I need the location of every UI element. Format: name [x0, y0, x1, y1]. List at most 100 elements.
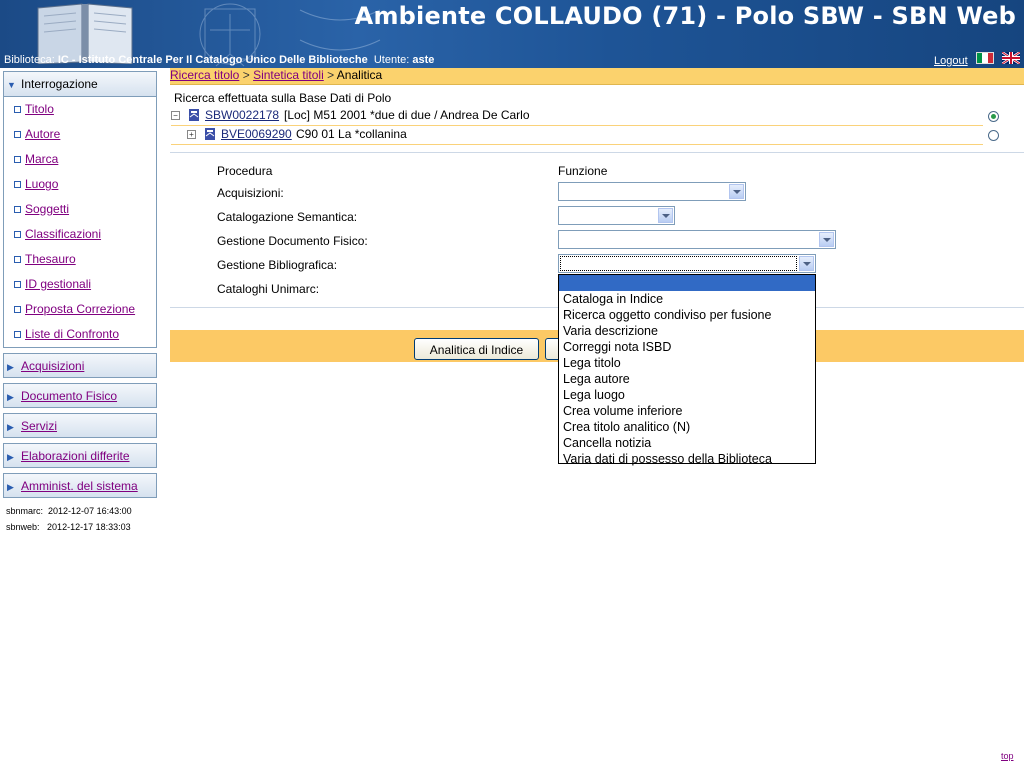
- sidebar-item-titolo[interactable]: Titolo: [4, 97, 156, 122]
- record-radio-selected[interactable]: [988, 111, 999, 122]
- sidebar-section-label[interactable]: Servizi: [21, 419, 57, 433]
- gestione-bibliografica-label: Gestione Bibliografica:: [217, 258, 338, 272]
- sidebar-item-label[interactable]: Thesauro: [25, 252, 76, 266]
- chevron-down-icon[interactable]: [799, 256, 814, 271]
- chevron-down-icon[interactable]: [658, 208, 673, 223]
- sidebar-section-documento-fisico[interactable]: ▶ Documento Fisico: [3, 383, 157, 408]
- sidebar-item-proposta-correzione[interactable]: Proposta Correzione: [4, 297, 156, 322]
- sidebar-section-label[interactable]: Amminist. del sistema: [21, 479, 138, 493]
- sidebar-section-servizi[interactable]: ▶ Servizi: [3, 413, 157, 438]
- sbnweb-stamp: sbnweb: 2012-12-17 18:33:03: [6, 522, 131, 532]
- breadcrumb-separator: >: [327, 68, 335, 82]
- collapse-toggle-icon[interactable]: −: [171, 111, 180, 120]
- bibliographic-record-icon[interactable]: [187, 108, 201, 122]
- gestione-bibliografica-select[interactable]: [558, 254, 816, 273]
- dropdown-option[interactable]: Crea titolo analitico (N): [559, 419, 815, 435]
- record-description: C90 01 La *collanina: [296, 127, 407, 141]
- catalogazione-semantica-label: Catalogazione Semantica:: [217, 210, 358, 224]
- logout-link[interactable]: Logout: [934, 55, 968, 67]
- tree-row: + BVE0069290 C90 01 La *collanina: [171, 126, 983, 145]
- sidebar-item-luogo[interactable]: Luogo: [4, 172, 156, 197]
- sidebar-item-label[interactable]: Proposta Correzione: [25, 302, 135, 316]
- dropdown-option[interactable]: Varia dati di possesso della Biblioteca: [559, 451, 815, 467]
- bullet-square-icon: [14, 131, 21, 138]
- sidebar-item-label[interactable]: Marca: [25, 152, 58, 166]
- bullet-square-icon: [14, 106, 21, 113]
- dropdown-option[interactable]: Lega luogo: [559, 387, 815, 403]
- tree-row: − SBW0022178 [Loc] M51 2001 *due di due …: [171, 107, 983, 126]
- dropdown-option[interactable]: Cancella notizia: [559, 435, 815, 451]
- utente-label: Utente:: [373, 54, 410, 66]
- utente-value: aste: [412, 54, 435, 66]
- info-bar: Biblioteca: IC - Istituto Centrale Per I…: [0, 54, 1024, 68]
- record-radio[interactable]: [988, 130, 999, 141]
- sidebar-section-label[interactable]: Acquisizioni: [21, 359, 84, 373]
- biblioteca-label: Biblioteca:: [4, 54, 55, 66]
- bullet-square-icon: [14, 206, 21, 213]
- chevron-down-icon[interactable]: [819, 232, 834, 247]
- bullet-square-icon: [14, 256, 21, 263]
- dropdown-option[interactable]: Varia descrizione: [559, 323, 815, 339]
- dropdown-option[interactable]: Lega titolo: [559, 355, 815, 371]
- sbnmarc-stamp: sbnmarc: 2012-12-07 16:43:00: [6, 506, 132, 516]
- gestione-bibliografica-dropdown: Cataloga in Indice Ricerca oggetto condiv…: [558, 274, 816, 467]
- gestione-documento-fisico-select[interactable]: [558, 230, 836, 249]
- record-code-link[interactable]: BVE0069290: [221, 127, 292, 141]
- expanded-triangle-icon: ▼: [7, 80, 16, 90]
- dropdown-option[interactable]: Correggi nota ISBD: [559, 339, 815, 355]
- italian-flag-icon[interactable]: [976, 52, 994, 64]
- sidebar-item-soggetti[interactable]: Soggetti: [4, 197, 156, 222]
- acquisizioni-label: Acquisizioni:: [217, 186, 284, 200]
- dropdown-option[interactable]: [559, 275, 815, 291]
- breadcrumb-current: Analitica: [336, 68, 383, 82]
- bullet-square-icon: [14, 156, 21, 163]
- bullet-square-icon: [14, 306, 21, 313]
- sidebar-section-elaborazioni-differite[interactable]: ▶ Elaborazioni differite: [3, 443, 157, 468]
- sidebar-item-id-gestionali[interactable]: ID gestionali: [4, 272, 156, 297]
- app-title: Ambiente COLLAUDO (71) - Polo SBW - SBN …: [354, 2, 1016, 30]
- funzione-header: Funzione: [558, 164, 608, 178]
- uk-flag-icon[interactable]: [1002, 52, 1020, 64]
- expand-toggle-icon[interactable]: +: [187, 130, 196, 139]
- dropdown-option[interactable]: Cataloga in Indice: [559, 291, 815, 307]
- breadcrumb-ricerca-titolo[interactable]: Ricerca titolo: [170, 68, 239, 82]
- sidebar-section-label[interactable]: Documento Fisico: [21, 389, 117, 403]
- top-link[interactable]: top: [1001, 751, 1014, 761]
- sidebar-item-autore[interactable]: Autore: [4, 122, 156, 147]
- collapsed-triangle-icon: ▶: [7, 422, 14, 432]
- search-info: Ricerca effettuata sulla Base Dati di Po…: [174, 91, 392, 105]
- sidebar-section-amminist-del-sistema[interactable]: ▶ Amminist. del sistema: [3, 473, 157, 498]
- sidebar-section-interrogazione: ▼ Interrogazione Titolo Autore Marca Luogo S…: [3, 71, 157, 348]
- dropdown-option[interactable]: Lega autore: [559, 371, 815, 387]
- sidebar-item-label[interactable]: Soggetti: [25, 202, 69, 216]
- biblioteca-value: IC - Istituto Centrale Per Il Catalogo U…: [57, 54, 368, 66]
- version-stamps: sbnmarc: 2012-12-07 16:43:00 sbnweb: 201…: [3, 503, 132, 535]
- breadcrumb-sintetica-titoli[interactable]: Sintetica titoli: [253, 68, 324, 82]
- dropdown-option[interactable]: Crea volume inferiore: [559, 403, 815, 419]
- sidebar-item-thesauro[interactable]: Thesauro: [4, 247, 156, 272]
- breadcrumb: Ricerca titolo > Sintetica titoli > Anal…: [170, 68, 1024, 85]
- sidebar-item-classificazioni[interactable]: Classificazioni: [4, 222, 156, 247]
- bullet-square-icon: [14, 231, 21, 238]
- catalogazione-semantica-select[interactable]: [558, 206, 675, 225]
- sidebar-item-liste-di-confronto[interactable]: Liste di Confronto: [4, 322, 156, 347]
- sidebar-item-label[interactable]: Classificazioni: [25, 227, 101, 241]
- divider: [170, 152, 1024, 153]
- sidebar-item-label[interactable]: Autore: [25, 127, 60, 141]
- dropdown-option[interactable]: Ricerca oggetto condiviso per fusione: [559, 307, 815, 323]
- bibliographic-record-icon[interactable]: [203, 127, 217, 141]
- record-code-link[interactable]: SBW0022178: [205, 108, 279, 122]
- sidebar-item-marca[interactable]: Marca: [4, 147, 156, 172]
- collapsed-triangle-icon: ▶: [7, 452, 14, 462]
- sidebar-item-label[interactable]: Luogo: [25, 177, 58, 191]
- sidebar-header-interrogazione[interactable]: ▼ Interrogazione: [4, 72, 156, 97]
- chevron-down-icon[interactable]: [729, 184, 744, 199]
- sidebar-item-label[interactable]: Titolo: [25, 102, 54, 116]
- sidebar-item-label[interactable]: ID gestionali: [25, 277, 91, 291]
- app-header: Ambiente COLLAUDO (71) - Polo SBW - SBN …: [0, 0, 1024, 68]
- sidebar-section-acquisizioni[interactable]: ▶ Acquisizioni: [3, 353, 157, 378]
- sidebar-item-label[interactable]: Liste di Confronto: [25, 327, 119, 341]
- analitica-indice-button[interactable]: Analitica di Indice: [414, 338, 539, 360]
- sidebar-section-label[interactable]: Elaborazioni differite: [21, 449, 130, 463]
- acquisizioni-select[interactable]: [558, 182, 746, 201]
